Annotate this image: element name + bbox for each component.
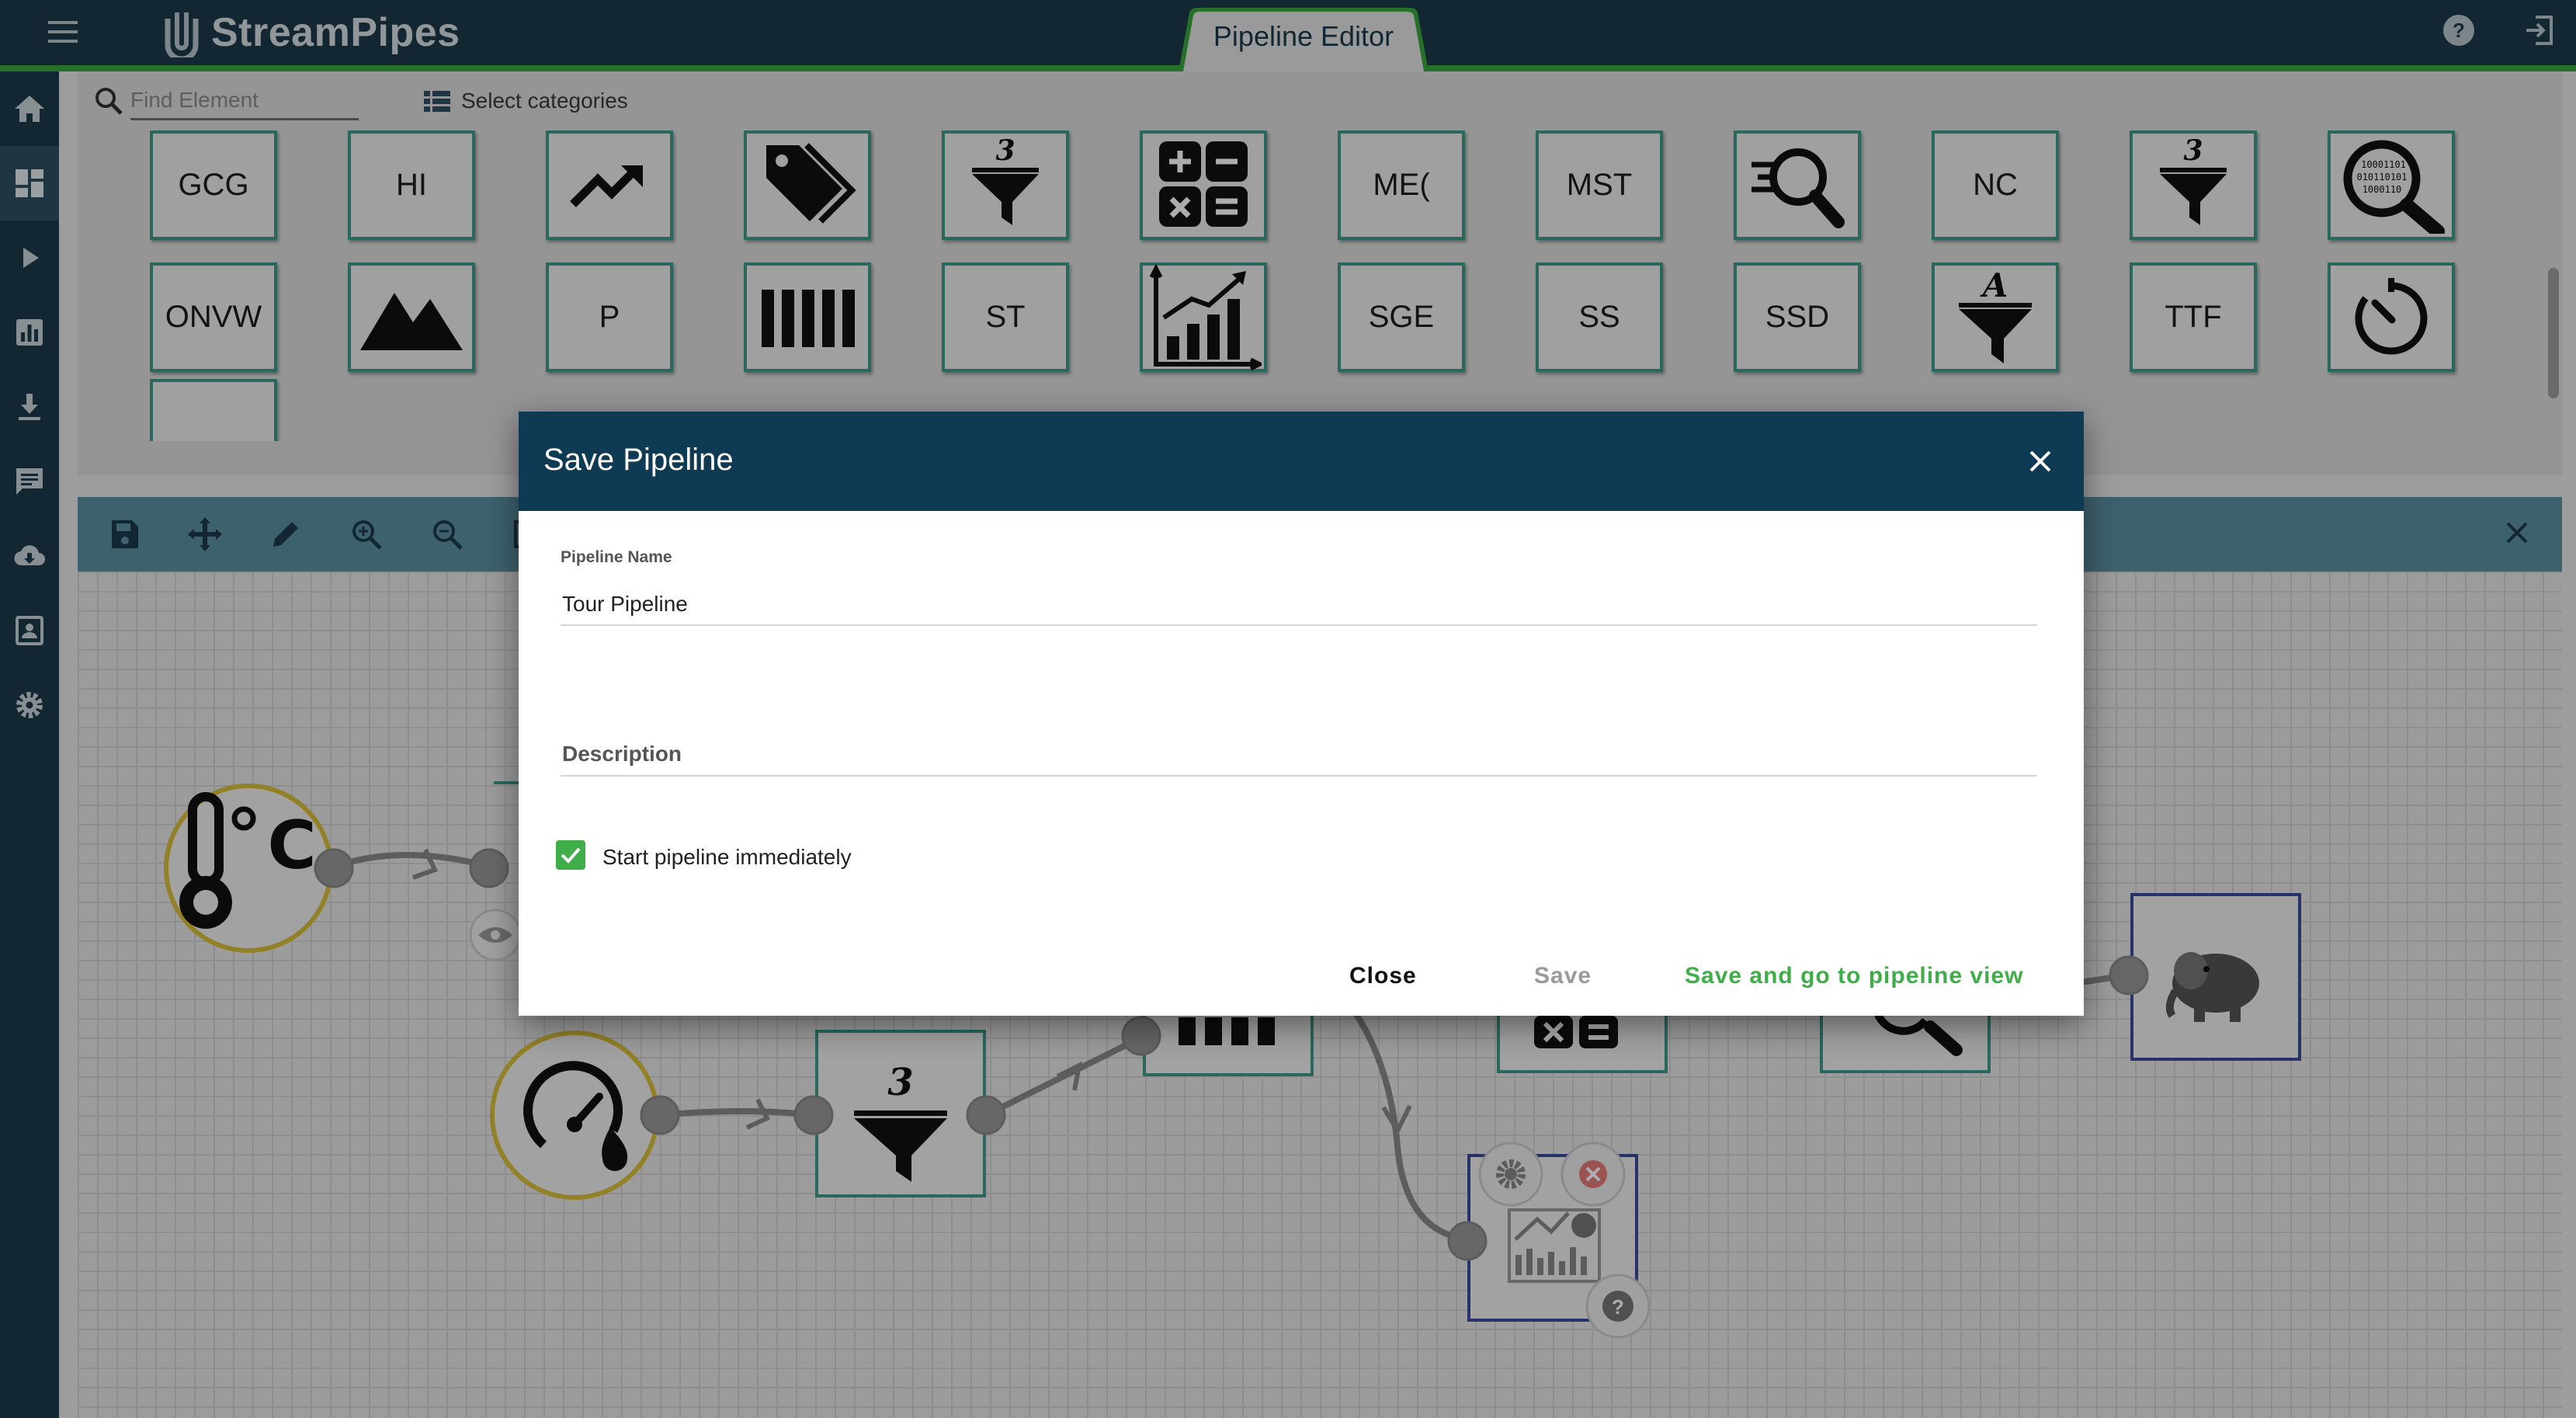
dialog-title: Save Pipeline: [543, 443, 734, 477]
dialog-header: Save Pipeline: [519, 412, 2084, 511]
close-icon[interactable]: [2022, 443, 2059, 480]
save-button[interactable]: Save: [1534, 963, 1592, 989]
start-immediately-label: Start pipeline immediately: [602, 845, 852, 869]
close-button[interactable]: Close: [1349, 963, 1417, 989]
pipeline-name-input[interactable]: [561, 584, 2037, 626]
description-input[interactable]: [561, 733, 2037, 777]
save-and-go-button[interactable]: Save and go to pipeline view: [1685, 963, 2023, 989]
save-pipeline-dialog: Save Pipeline Pipeline Name Start pipeli…: [519, 412, 2084, 1016]
pipeline-name-label: Pipeline Name: [561, 548, 672, 566]
checkmark-icon: [561, 847, 581, 864]
start-immediately-checkbox[interactable]: [556, 840, 585, 870]
